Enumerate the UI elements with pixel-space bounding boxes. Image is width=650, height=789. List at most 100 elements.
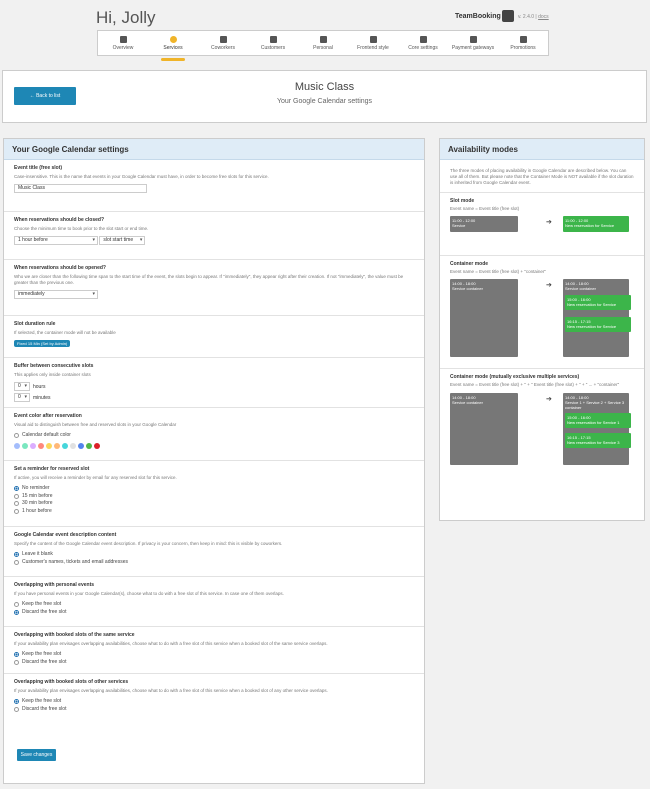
personal-section: Overlapping with personal events If you …	[4, 577, 424, 627]
nav-item-promotions[interactable]: Promotions	[498, 31, 548, 55]
save-changes-button[interactable]: Save changes	[17, 749, 56, 761]
radio-option[interactable]: Customer's names, tickets and email addr…	[14, 559, 414, 567]
nav-item-frontend-style[interactable]: Frontend style	[348, 31, 398, 55]
radio-dot[interactable]	[14, 699, 19, 705]
color-swatch[interactable]	[62, 442, 68, 449]
availability-modes-panel: Availability modes The three modes of pl…	[439, 138, 645, 521]
buffer-hours-select[interactable]: 0	[14, 382, 30, 391]
section-label: Event color after reservation	[14, 413, 82, 419]
nav-item-personal[interactable]: Personal	[298, 31, 348, 55]
color-swatch[interactable]	[54, 442, 60, 449]
radio-option[interactable]: Discard the free slot	[14, 609, 414, 617]
service-header: ← Back to list Music Class Your Google C…	[2, 70, 647, 123]
service-title: Music Class	[294, 81, 355, 93]
other-services-section: Overlapping with booked slots of other s…	[4, 674, 424, 722]
radio-dot[interactable]	[14, 486, 19, 492]
color-swatch[interactable]	[22, 442, 28, 449]
color-swatch[interactable]	[14, 442, 20, 449]
nav-item-overview[interactable]: Overview	[98, 31, 148, 55]
section-label: Overlapping with personal events	[14, 582, 95, 588]
color-swatch[interactable]	[86, 442, 92, 449]
event-title-input[interactable]: Music Class	[14, 184, 147, 193]
radio-label: Keep the free slot	[22, 651, 62, 657]
radio-option[interactable]: No reminder	[14, 485, 414, 493]
color-swatches	[14, 442, 414, 449]
radio-option[interactable]: 30 min before	[14, 500, 414, 508]
buffer-minutes-select[interactable]: 0	[14, 393, 30, 402]
close-section: When reservations should be closed? Choo…	[4, 212, 424, 260]
radio-option[interactable]: 15 min before	[14, 493, 414, 501]
open-time-select[interactable]: immediately	[14, 290, 98, 299]
color-swatch[interactable]	[78, 442, 84, 449]
radio-dot[interactable]	[14, 508, 19, 514]
section-label: Slot duration rule	[14, 321, 56, 327]
nav-item-coworkers[interactable]: Coworkers	[198, 31, 248, 55]
section-label: Event title (free slot)	[14, 165, 63, 171]
mode-formula: Event name = Event title (free slot) + "…	[450, 382, 620, 387]
minutes-label: minutes	[33, 394, 51, 401]
multi-mode-section: Container mode (mutually exclusive multi…	[440, 369, 644, 498]
free-slot-event: 11:00 - 12:00 Service	[450, 216, 518, 232]
brand-name: TeamBooking	[455, 13, 501, 20]
nav-item-services[interactable]: Services	[148, 31, 198, 61]
arrow-icon: ➔	[546, 396, 552, 403]
greeting: Hi, Jolly	[96, 8, 156, 27]
radio-option[interactable]: Leave it blank	[14, 551, 414, 559]
version-text: v. 2.4.0	[518, 14, 535, 20]
radio-dot[interactable]	[14, 552, 19, 558]
radio-option[interactable]: Discard the free slot	[14, 706, 414, 714]
radio-label: 1 hour before	[22, 507, 52, 514]
nav-item-core-settings[interactable]: Core settings	[398, 31, 448, 55]
radio-option[interactable]: Keep the free slot	[14, 698, 414, 706]
close-time-select[interactable]: 1 hour before	[14, 236, 98, 245]
nav-item-label: Frontend style	[357, 45, 389, 51]
color-swatch[interactable]	[70, 442, 76, 449]
radio-dot[interactable]	[14, 493, 19, 499]
section-desc: Case-insensitive. This is the name that …	[14, 174, 269, 179]
radio-option[interactable]: Discard the free slot	[14, 659, 414, 667]
radio-label: Discard the free slot	[22, 608, 67, 615]
gcal-settings-panel: Your Google Calendar settings Event titl…	[3, 138, 425, 784]
section-label: Google Calendar event description conten…	[14, 532, 117, 538]
description-options: Leave it blank Customer's names, tickets …	[14, 551, 414, 566]
color-swatch[interactable]	[30, 442, 36, 449]
close-ref-select[interactable]: slot start time	[99, 236, 146, 245]
nav-item-customers[interactable]: Customers	[248, 31, 298, 55]
nav-item-payment-gateways[interactable]: Payment gateways	[448, 31, 498, 55]
radio-option[interactable]: Keep the free slot	[14, 651, 414, 659]
nav-item-label: Coworkers	[211, 45, 235, 51]
other-services-options: Keep the free slot Discard the free slot	[14, 698, 414, 713]
radio-dot[interactable]	[14, 706, 19, 712]
radio-dot[interactable]	[14, 559, 19, 565]
color-default-radio[interactable]: Calendar default color	[14, 432, 414, 440]
personal-icon	[319, 36, 327, 43]
section-label: Overlapping with booked slots of the sam…	[14, 632, 135, 638]
panel-title: Availability modes	[440, 139, 644, 160]
pill-fixed: Fixed 15 Min	[17, 341, 40, 346]
radio-dot[interactable]	[14, 501, 19, 507]
radio-dot[interactable]	[14, 602, 19, 608]
docs-link[interactable]: docs	[538, 14, 549, 20]
duration-rule-pill[interactable]: Fixed 15 Min (Set by Admin)	[14, 340, 71, 347]
reserved-slot-event: 11:00 - 12:00 New reservation for Servic…	[563, 216, 629, 232]
color-swatch[interactable]	[38, 442, 44, 449]
open-section: When reservations should be opened? Who …	[4, 260, 424, 316]
radio-label: Discard the free slot	[22, 705, 67, 712]
radio-option[interactable]: Keep the free slot	[14, 601, 414, 609]
radio-label: Keep the free slot	[22, 601, 62, 607]
reminder-section: Set a reminder for reserved slot If acti…	[4, 461, 424, 527]
modes-intro: The three modes of placing availability …	[440, 160, 644, 193]
radio-dot[interactable]	[14, 652, 19, 658]
radio-dot[interactable]	[14, 433, 19, 439]
section-label: When reservations should be opened?	[14, 265, 106, 271]
radio-option[interactable]: 1 hour before	[14, 508, 414, 516]
radio-label: 15 min before	[22, 492, 53, 499]
mode-title: Container mode	[450, 261, 489, 267]
color-swatch[interactable]	[94, 442, 100, 449]
section-desc: This applies only inside container slots	[14, 372, 91, 377]
section-desc: If active, you will receive a reminder b…	[14, 475, 177, 480]
color-swatch[interactable]	[46, 442, 52, 449]
nav-item-label: Services	[163, 45, 183, 51]
radio-dot[interactable]	[14, 609, 19, 615]
radio-dot[interactable]	[14, 659, 19, 665]
